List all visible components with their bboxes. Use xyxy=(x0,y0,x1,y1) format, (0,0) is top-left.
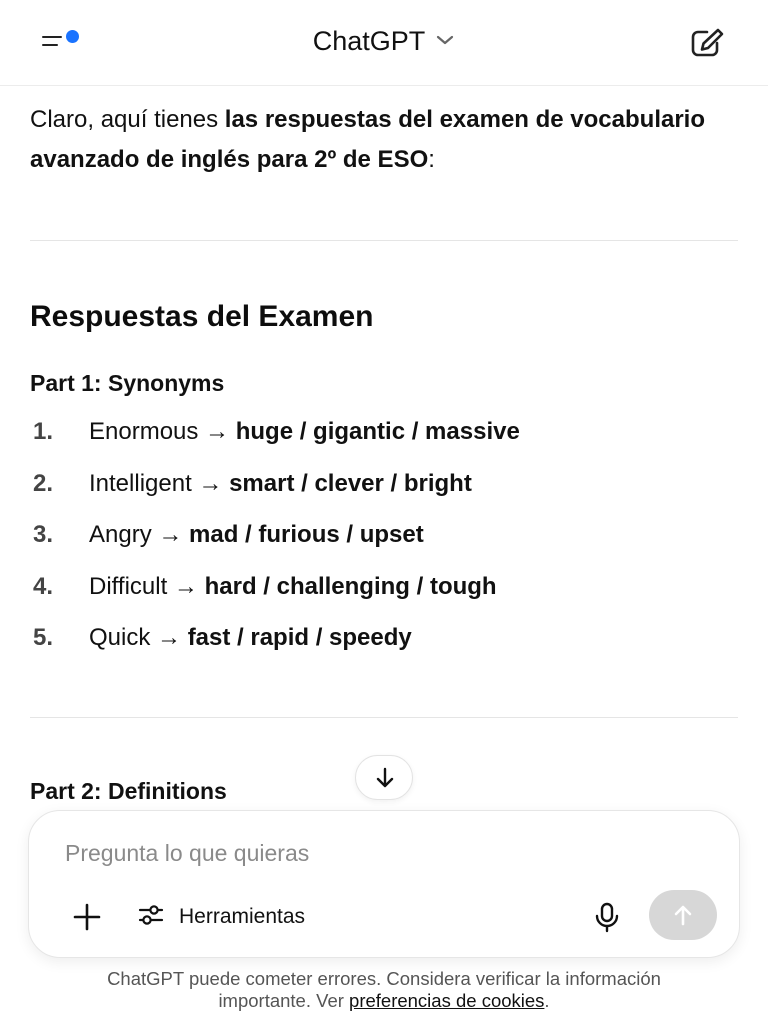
list-word: Difficult → xyxy=(89,572,205,600)
new-chat-button[interactable] xyxy=(688,26,728,60)
prompt-input[interactable] xyxy=(65,835,685,871)
voice-input-button[interactable] xyxy=(589,899,625,935)
app-title: ChatGPT xyxy=(312,26,426,56)
list-answer: mad / furious / upset xyxy=(189,521,424,549)
list-word: Quick → xyxy=(89,624,188,652)
plus-icon xyxy=(67,903,107,939)
list-item: 3. Angry → mad / furious / upset xyxy=(30,515,738,567)
list-answer: hard / challenging / tough xyxy=(204,572,497,600)
list-item: 1. Enormous → huge / gigantic / massive xyxy=(30,412,738,464)
intro-text: Claro, aquí tienes xyxy=(30,106,225,133)
divider xyxy=(30,717,738,718)
tools-label: Herramientas xyxy=(179,905,306,928)
list-word: Intelligent → xyxy=(89,469,230,497)
compose-icon xyxy=(688,28,728,64)
disclaimer-line1: ChatGPT puede cometer errores. Considera… xyxy=(107,968,661,989)
section-heading: Respuestas del Examen xyxy=(30,300,374,333)
intro-paragraph: Claro, aquí tienes las respuestas del ex… xyxy=(30,100,738,180)
chevron-down-icon xyxy=(435,33,455,51)
list-answer: smart / clever / bright xyxy=(229,469,472,497)
list-number: 1. xyxy=(33,418,54,445)
disclaimer-end: . xyxy=(544,990,550,1011)
microphone-icon xyxy=(589,902,625,939)
top-bar: ChatGPT xyxy=(0,0,768,86)
send-button[interactable] xyxy=(649,890,717,940)
list-number: 3. xyxy=(33,521,54,549)
disclaimer-text: importante. Ver xyxy=(218,990,350,1011)
composer: Herramientas xyxy=(28,810,740,958)
list-answer: huge / gigantic / massive xyxy=(235,418,520,445)
list-number: 4. xyxy=(33,572,54,600)
list-item: 5. Quick → fast / rapid / speedy xyxy=(30,618,738,670)
scroll-down-button[interactable] xyxy=(355,755,413,800)
disclaimer: ChatGPT puede cometer errores. Considera… xyxy=(0,968,768,1012)
cookie-preferences-link[interactable]: preferencias de cookies xyxy=(349,990,544,1011)
list-number: 2. xyxy=(33,469,54,497)
list-answer: fast / rapid / speedy xyxy=(187,624,412,652)
list-item: 2. Intelligent → smart / clever / bright xyxy=(30,464,738,516)
tools-button[interactable]: Herramientas xyxy=(137,899,305,935)
sliders-icon xyxy=(137,903,165,932)
model-selector[interactable]: ChatGPT xyxy=(313,26,456,57)
list-item: 4. Difficult → hard / challenging / toug… xyxy=(30,567,738,619)
synonyms-list: 1. Enormous → huge / gigantic / massive … xyxy=(30,412,738,670)
part1-heading: Part 1: Synonyms xyxy=(30,370,225,396)
disclaimer-line2: importante. Ver preferencias de cookies. xyxy=(0,990,768,1012)
chat-app: ChatGPT Claro, aquí tienes las respuesta… xyxy=(0,0,768,1024)
part2-heading: Part 2: Definitions xyxy=(30,778,227,804)
list-word: Angry → xyxy=(89,521,190,549)
intro-end: : xyxy=(428,146,435,173)
list-number: 5. xyxy=(33,624,54,652)
divider xyxy=(30,240,738,241)
assistant-message: Claro, aquí tienes las respuestas del ex… xyxy=(30,100,738,180)
attach-button[interactable] xyxy=(67,899,107,935)
list-word: Enormous → xyxy=(89,418,236,445)
